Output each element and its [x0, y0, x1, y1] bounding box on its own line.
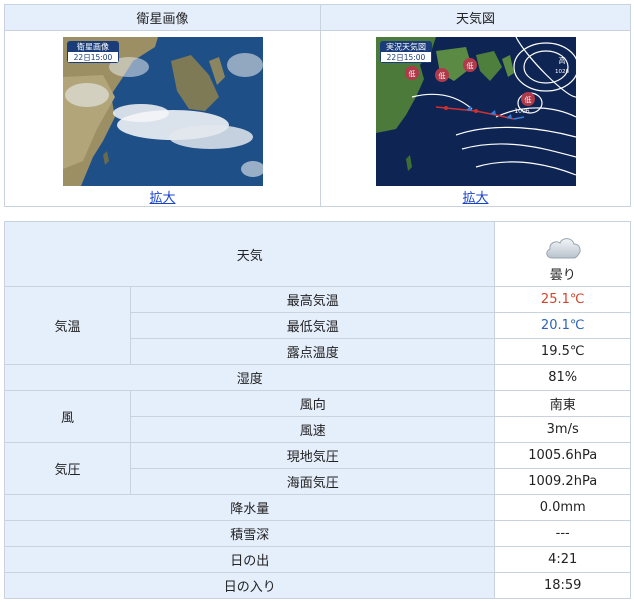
weather-map-badge-title: 実況天気図: [386, 42, 426, 52]
snow-depth-row: 積雪深 ---: [3, 520, 631, 547]
weather-map-cell: 低 低 低 低 1006 高 1028 実況天気図 22日15:00 拡大: [320, 30, 631, 207]
satellite-badge-title: 衛星画像: [77, 42, 109, 52]
max-temp-value: 25.1℃: [494, 286, 631, 313]
sunset-value: 18:59: [494, 572, 631, 599]
station-pressure-row: 気圧 現地気圧 1005.6hPa: [4, 442, 631, 495]
sunset-row: 日の入り 18:59: [3, 572, 631, 599]
sea-pressure-label: 海面気圧: [129, 468, 496, 495]
dew-point-value: 19.5℃: [494, 338, 631, 365]
satellite-image[interactable]: 衛星画像 22日15:00: [62, 37, 263, 186]
weather-value: 曇り: [549, 268, 576, 283]
humidity-value: 81%: [494, 364, 631, 391]
satellite-badge-time: 22日15:00: [73, 53, 112, 62]
min-temp-label: 最低気温: [129, 312, 496, 339]
precipitation-row: 降水量 0.0mm: [3, 494, 631, 521]
snow-depth-value: ---: [494, 520, 631, 547]
high-pressure-mark: 高: [558, 56, 565, 65]
dew-point-label: 露点温度: [129, 338, 496, 365]
weather-map-badge-time: 22日15:00: [386, 53, 425, 62]
precipitation-label: 降水量: [3, 494, 496, 521]
wind-speed-value: 3m/s: [494, 416, 631, 443]
wind-group-label: 風: [4, 390, 131, 443]
precipitation-value: 0.0mm: [494, 494, 631, 521]
cloud-icon: [546, 238, 581, 259]
low-pressure-mark-1: 低: [408, 69, 415, 78]
wind-direction-row: 風 風向 南東: [4, 390, 631, 443]
weather-label: 天気: [3, 221, 496, 287]
weather-map-enlarge-link[interactable]: 拡大: [462, 187, 488, 206]
weather-row: 天気 曇り: [3, 221, 631, 287]
low-pressure-value: 1006: [514, 108, 529, 115]
sunrise-label: 日の出: [3, 546, 496, 573]
wind-speed-label: 風速: [129, 416, 496, 443]
min-temp-value: 20.1℃: [494, 312, 631, 339]
low-pressure-mark-3: 低: [466, 61, 473, 70]
weather-page: { "images": { "satellite": { "header": "…: [0, 0, 634, 605]
high-pressure-value: 1028: [555, 69, 569, 75]
low-pressure-mark-4: 低: [524, 95, 531, 104]
wind-direction-label: 風向: [129, 390, 496, 417]
station-pressure-label: 現地気圧: [129, 442, 496, 469]
sea-pressure-value: 1009.2hPa: [494, 468, 631, 495]
sunrise-row: 日の出 4:21: [3, 546, 631, 573]
satellite-header: 衛星画像: [4, 4, 321, 31]
humidity-label: 湿度: [3, 364, 496, 391]
pressure-group-label: 気圧: [4, 442, 131, 495]
sunrise-value: 4:21: [494, 546, 631, 573]
low-pressure-mark-2: 低: [438, 71, 445, 80]
temperature-group-label: 気温: [4, 286, 131, 365]
satellite-enlarge-link[interactable]: 拡大: [149, 187, 175, 206]
weather-value-cell: 曇り: [494, 221, 631, 287]
snow-depth-label: 積雪深: [3, 520, 496, 547]
sunset-label: 日の入り: [3, 572, 496, 599]
max-temp-row: 気温 最高気温 25.1℃: [4, 286, 631, 365]
max-temp-label: 最高気温: [129, 286, 496, 313]
wind-direction-value: 南東: [494, 390, 631, 417]
weather-map-image[interactable]: 低 低 低 低 1006 高 1028 実況天気図 22日15:00: [375, 37, 576, 186]
weather-data-table: 天気 曇り 気温 最高気温 25.1℃ 最低気温 20.1℃ 露点温度 19.5…: [3, 221, 631, 599]
image-table: 衛星画像 天気図 衛星画像 22日15:00 拡大 低 低 低 低 1006 高…: [4, 4, 631, 207]
satellite-cell: 衛星画像 22日15:00 拡大: [4, 30, 321, 207]
weather-map-header: 天気図: [320, 4, 631, 31]
humidity-row: 湿度 81%: [3, 364, 631, 391]
station-pressure-value: 1005.6hPa: [494, 442, 631, 469]
